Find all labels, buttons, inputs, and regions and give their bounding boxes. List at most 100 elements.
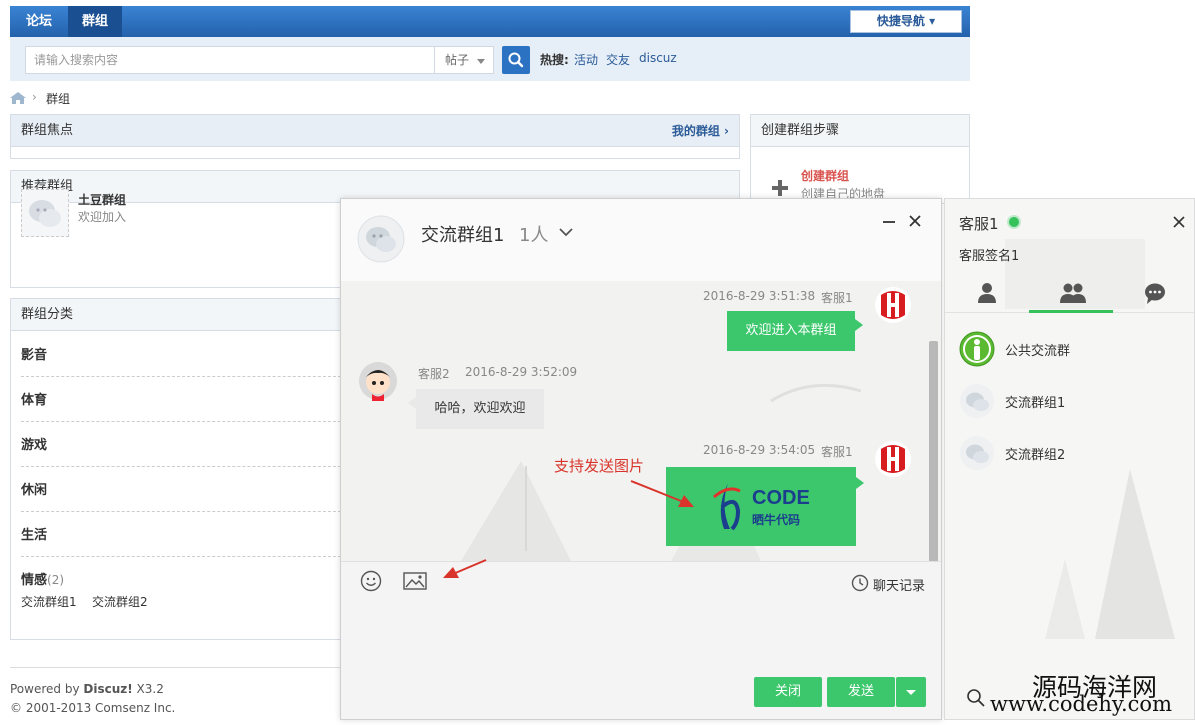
avatar[interactable]	[873, 285, 913, 325]
chat-history-label: 聊天记录	[872, 579, 925, 594]
message-time: 2016-8-29 3:54:05	[703, 443, 816, 457]
category-name[interactable]: 生活	[21, 524, 47, 543]
breadcrumb-current: 群组	[46, 92, 71, 106]
message-list[interactable]: 2016-8-29 3:51:38 客服1 欢迎进入本群组 客服2 2016-8…	[341, 281, 941, 561]
message-bubble: 欢迎进入本群组	[727, 311, 855, 351]
group-avatar	[21, 189, 69, 237]
arrow-icon	[630, 480, 694, 507]
tab-recent-chats[interactable]	[1113, 273, 1194, 313]
chat-toolbar: 聊天记录	[341, 559, 941, 601]
contact-name: 交流群组1	[1005, 396, 1066, 411]
message-sender: 客服2	[418, 367, 450, 381]
tab-contacts[interactable]	[945, 273, 1029, 313]
user-icon	[978, 283, 996, 303]
chat-window: 交流群组1 1人 2016-8-29 3:51:38 客服1 欢迎进入本群组 客…	[340, 198, 942, 720]
group-name[interactable]: 土豆群组	[78, 191, 126, 208]
message-sender: 客服1	[821, 445, 853, 459]
contact-item[interactable]: 交流群组1	[959, 383, 1189, 423]
chevron-down-icon	[477, 59, 485, 64]
create-steps-box: 创建群组步骤 创建群组 创建自己的地盘	[750, 114, 970, 204]
caret-down-icon	[906, 690, 916, 695]
search-icon	[967, 689, 985, 707]
hot-link-discuz[interactable]: discuz	[639, 51, 677, 65]
users-icon	[1060, 283, 1086, 303]
category-count: (2)	[47, 573, 65, 587]
arrow-icon	[443, 559, 487, 578]
bubble-tail	[408, 397, 416, 409]
breadcrumb-separator: ›	[32, 90, 37, 104]
search-type-select[interactable]: 帖子	[434, 46, 494, 74]
message-editor[interactable]: 关闭 发送	[341, 601, 941, 719]
image-brand: CODE	[752, 487, 810, 509]
create-group-link[interactable]: 创建群组	[801, 167, 849, 184]
plus-icon	[772, 180, 788, 196]
image-sub: 晒牛代码	[752, 513, 801, 527]
bubble-tail	[855, 319, 863, 331]
public-group-icon	[959, 331, 995, 367]
minimize-icon[interactable]	[881, 213, 897, 229]
group-focus-header: 群组焦点 我的群组 ›	[11, 115, 739, 147]
message-time: 2016-8-29 3:52:09	[465, 365, 578, 379]
group-avatar-icon	[960, 384, 994, 418]
sub-group-link[interactable]: 交流群组2	[92, 593, 148, 610]
chat-scrollbar[interactable]	[929, 341, 938, 561]
chat-header: 交流群组1 1人	[341, 199, 941, 281]
send-options-button[interactable]	[896, 677, 926, 707]
chat-group-name: 交流群组1	[421, 225, 505, 246]
powered-brand[interactable]: Discuz!	[83, 682, 132, 696]
send-button[interactable]: 发送	[827, 677, 895, 707]
group-focus-box: 群组焦点 我的群组 ›	[10, 114, 740, 159]
page-footer: Powered by Discuz! X3.2 © 2001-2013 Coms…	[10, 667, 340, 715]
group-focus-title: 群组焦点	[21, 123, 74, 138]
powered-version: X3.2	[132, 682, 164, 696]
search-button[interactable]	[502, 46, 530, 74]
message-bubble: 哈哈，欢迎欢迎	[416, 389, 544, 429]
chat-member-count[interactable]: 1人	[519, 221, 548, 247]
contact-item[interactable]: 交流群组2	[959, 435, 1189, 475]
category-name[interactable]: 休闲	[21, 479, 47, 498]
emoji-icon[interactable]	[360, 570, 382, 592]
top-nav: 论坛 群组 快捷导航 ▾	[10, 6, 970, 37]
category-name[interactable]: 体育	[21, 389, 47, 408]
chevron-down-icon[interactable]	[559, 225, 573, 239]
image-icon[interactable]	[403, 572, 427, 590]
tab-forum[interactable]: 论坛	[12, 6, 66, 37]
group-desc: 欢迎加入	[78, 210, 127, 224]
hot-link-activity[interactable]: 活动	[574, 51, 598, 68]
category-emotion[interactable]: 情感(2)	[21, 569, 64, 588]
close-icon[interactable]	[1172, 215, 1186, 229]
chat-bubble-icon	[1145, 283, 1165, 304]
tab-groups[interactable]: 群组	[68, 6, 123, 37]
avatar[interactable]	[873, 439, 913, 479]
category-row: 游戏	[21, 422, 341, 467]
group-avatar-icon	[960, 436, 994, 470]
chat-history-button[interactable]: 聊天记录	[851, 574, 925, 594]
agent-signature: 客服签名1	[959, 249, 1020, 264]
close-icon[interactable]	[907, 213, 923, 229]
agent-name: 客服1	[959, 215, 999, 233]
clock-icon	[851, 574, 869, 592]
contact-item[interactable]: 公共交流群	[959, 331, 1189, 371]
group-avatar-icon	[357, 215, 405, 263]
category-row: 休闲	[21, 467, 341, 512]
sub-group-link[interactable]: 交流群组1	[21, 593, 77, 610]
home-icon[interactable]	[10, 92, 26, 104]
message-time: 2016-8-29 3:51:38	[703, 289, 816, 303]
search-icon	[508, 52, 524, 68]
category-name[interactable]: 游戏	[21, 434, 47, 453]
tab-groups[interactable]	[1029, 273, 1113, 313]
hot-search-label: 热搜:	[540, 53, 569, 67]
site-watermark: 源码海洋网 www.codehy.com	[962, 668, 1195, 725]
search-input[interactable]: 请输入搜索内容	[25, 46, 435, 74]
avatar[interactable]	[358, 361, 398, 401]
search-type-label: 帖子	[445, 53, 470, 67]
online-status-icon	[1007, 215, 1021, 229]
hot-link-friends[interactable]: 交友	[606, 51, 630, 68]
message-sender: 客服1	[821, 291, 853, 305]
search-bar: 请输入搜索内容 帖子 热搜: 活动 交友 discuz	[10, 37, 970, 81]
my-groups-link[interactable]: 我的群组 ›	[672, 115, 729, 147]
quick-nav-button[interactable]: 快捷导航 ▾	[850, 10, 962, 33]
category-row: 影音	[21, 332, 341, 377]
category-name[interactable]: 影音	[21, 344, 47, 363]
close-button[interactable]: 关闭	[754, 677, 822, 707]
